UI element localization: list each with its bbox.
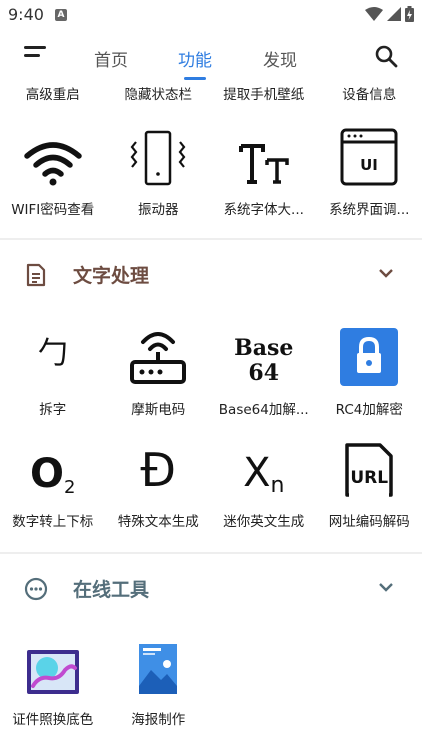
tool-url-encode[interactable]: URL 网址编码解码 bbox=[317, 434, 422, 530]
tab-discover[interactable]: 发现 bbox=[263, 46, 297, 71]
tool-label: 系统界面调... bbox=[329, 202, 410, 218]
tool-poster-maker[interactable]: 海报制作 bbox=[106, 632, 212, 728]
ui-window-icon: UI bbox=[340, 128, 398, 186]
tab-home[interactable]: 首页 bbox=[94, 46, 128, 71]
status-bar: 9:40 A bbox=[0, 0, 422, 30]
tool-label: 拆字 bbox=[39, 402, 67, 418]
section-header-text-processing[interactable]: 文字处理 bbox=[0, 250, 422, 300]
tool-row: WIFI密码查看 振动器 系统字体大... UI 系统界面调... bbox=[0, 122, 422, 218]
active-tab-indicator bbox=[184, 77, 206, 80]
wifi-signal-icon bbox=[365, 7, 383, 21]
tool-wifi-password[interactable]: WIFI密码查看 bbox=[0, 122, 106, 218]
tool-subscript-superscript[interactable]: O 2 数字转上下标 bbox=[0, 434, 106, 530]
notification-icon: A bbox=[55, 9, 67, 21]
tool-label: 振动器 bbox=[138, 202, 179, 218]
base64-icon-number: 64 bbox=[248, 360, 280, 386]
search-icon[interactable] bbox=[374, 44, 398, 68]
vibration-icon bbox=[130, 130, 186, 186]
tool-morse-code[interactable]: 摩斯电码 bbox=[106, 322, 212, 418]
top-app-bar: 首页 功能 发现 bbox=[0, 32, 422, 82]
poster-icon bbox=[139, 644, 178, 694]
tool-special-text[interactable]: Đ 特殊文本生成 bbox=[106, 434, 212, 530]
cell-signal-icon bbox=[387, 7, 401, 21]
wifi-icon bbox=[24, 142, 82, 186]
tool-label: 系统字体大... bbox=[223, 202, 304, 218]
subscript-icon-letter: O bbox=[30, 451, 65, 497]
section-header-online-tools[interactable]: 在线工具 bbox=[0, 564, 422, 614]
url-file-icon: URL bbox=[345, 434, 393, 498]
mini-x-icon: X n bbox=[243, 434, 284, 498]
mini-x-subscript: n bbox=[270, 473, 285, 498]
section-title: 在线工具 bbox=[73, 579, 150, 601]
section-title: 文字处理 bbox=[73, 265, 150, 287]
more-horizontal-icon bbox=[24, 577, 48, 601]
subscript-icon-number: 2 bbox=[64, 477, 76, 498]
status-time: 9:40 bbox=[8, 5, 44, 24]
tool-system-font-size[interactable]: 系统字体大... bbox=[211, 122, 317, 218]
base64-icon: Base 64 bbox=[234, 322, 293, 386]
tool-row: 证件照换底色 海报制作 bbox=[0, 632, 422, 728]
chevron-down-icon[interactable] bbox=[378, 267, 394, 279]
tool-extract-wallpaper[interactable]: 提取手机壁纸 bbox=[211, 83, 317, 102]
text-size-icon bbox=[238, 144, 289, 184]
tool-device-info[interactable]: 设备信息 bbox=[317, 83, 422, 102]
tool-label: 网址编码解码 bbox=[328, 514, 410, 530]
tool-label: 海报制作 bbox=[131, 712, 186, 728]
base64-icon-text: Base bbox=[234, 335, 294, 361]
subscript-icon: O 2 bbox=[30, 434, 75, 498]
document-icon bbox=[26, 263, 46, 287]
url-text: URL bbox=[349, 458, 390, 498]
menu-icon[interactable] bbox=[24, 46, 50, 68]
tool-label: 迷你英文生成 bbox=[223, 514, 305, 530]
tool-vibrator[interactable]: 振动器 bbox=[106, 122, 212, 218]
chevron-down-icon[interactable] bbox=[378, 581, 394, 593]
tool-split-character[interactable]: 勹 拆字 bbox=[0, 322, 106, 418]
tool-base64[interactable]: Base 64 Base64加解... bbox=[211, 322, 317, 418]
tool-label: Base64加解... bbox=[218, 402, 309, 418]
tool-id-photo-background[interactable]: 证件照换底色 bbox=[0, 632, 106, 728]
special-d-icon: Đ bbox=[140, 443, 177, 497]
svg-text:UI: UI bbox=[360, 156, 378, 174]
tab-features[interactable]: 功能 bbox=[178, 46, 212, 71]
chinese-char-icon: 勹 bbox=[37, 336, 68, 371]
tool-label: 数字转上下标 bbox=[12, 514, 94, 530]
lock-icon bbox=[340, 328, 399, 386]
tool-label: 证件照换底色 bbox=[12, 712, 94, 728]
tool-label: 摩斯电码 bbox=[131, 402, 186, 418]
tool-row: 勹 拆字 摩斯电码 Base 64 Base64加解... RC4加解密 bbox=[0, 322, 422, 418]
tool-hide-statusbar[interactable]: 隐藏状态栏 bbox=[106, 83, 212, 102]
tool-advanced-reboot[interactable]: 高级重启 bbox=[0, 83, 106, 102]
router-icon bbox=[130, 332, 187, 384]
tool-label: WIFI密码查看 bbox=[11, 202, 95, 218]
tool-system-ui-tuner[interactable]: UI 系统界面调... bbox=[317, 122, 422, 218]
tool-mini-english[interactable]: X n 迷你英文生成 bbox=[211, 434, 317, 530]
tool-label: 特殊文本生成 bbox=[117, 514, 199, 530]
partial-row-labels: 高级重启 隐藏状态栏 提取手机壁纸 设备信息 bbox=[0, 82, 422, 102]
tool-rc4[interactable]: RC4加解密 bbox=[317, 322, 422, 418]
battery-icon bbox=[405, 6, 414, 22]
mini-x-letter: X bbox=[243, 450, 271, 496]
tool-row: O 2 数字转上下标 Đ 特殊文本生成 X n 迷你英文生成 URL 网址编码解… bbox=[0, 434, 422, 530]
section-divider bbox=[0, 238, 422, 240]
section-divider bbox=[0, 552, 422, 554]
tool-label: RC4加解密 bbox=[335, 402, 403, 418]
photo-bg-icon bbox=[26, 650, 79, 694]
